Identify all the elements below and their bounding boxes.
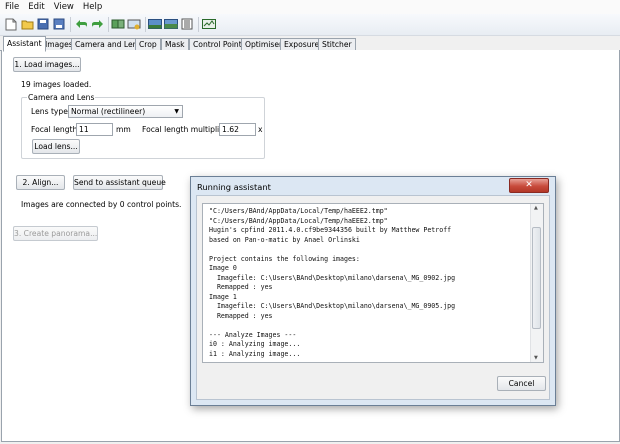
focal-length-label: Focal length: bbox=[31, 125, 80, 134]
dialog-title: Running assistant bbox=[197, 182, 271, 192]
scroll-down-icon[interactable]: ▼ bbox=[534, 355, 538, 361]
tab-crop[interactable]: Crop bbox=[135, 38, 161, 50]
align-button[interactable]: 2. Align... bbox=[16, 175, 65, 190]
scroll-up-icon[interactable]: ▲ bbox=[534, 205, 538, 211]
cancel-button[interactable]: Cancel bbox=[497, 376, 546, 391]
camera-lens-group-title: Camera and Lens bbox=[27, 93, 96, 102]
focal-length-unit: mm bbox=[116, 125, 131, 134]
tab-assistant[interactable]: Assistant bbox=[3, 36, 46, 52]
load-images-button[interactable]: 1. Load images... bbox=[13, 57, 81, 72]
send-to-queue-button[interactable]: Send to assistant queue bbox=[73, 175, 166, 190]
toolbar-separator bbox=[70, 17, 71, 32]
menu-bar: File Edit View Help bbox=[0, 0, 620, 14]
lens-type-value: Normal (rectilineer) bbox=[71, 107, 146, 116]
menu-view[interactable]: View bbox=[49, 0, 78, 12]
save-project-icon[interactable] bbox=[36, 17, 50, 31]
log-scrollbar[interactable]: ▲ ▼ bbox=[530, 204, 543, 362]
close-icon: ✕ bbox=[525, 180, 533, 190]
scrollbar-thumb[interactable] bbox=[532, 227, 541, 329]
tab-bar: Assistant Images Camera and Lens Crop Ma… bbox=[0, 36, 620, 52]
control-points-icon[interactable] bbox=[111, 17, 125, 31]
chevron-down-icon: ▼ bbox=[174, 108, 179, 115]
new-project-icon[interactable] bbox=[4, 17, 18, 31]
tab-mask[interactable]: Mask bbox=[161, 38, 189, 50]
focal-length-field[interactable]: 11 bbox=[76, 123, 113, 136]
menu-edit[interactable]: Edit bbox=[23, 0, 48, 12]
menu-file[interactable]: File bbox=[0, 0, 23, 12]
focal-multiplier-label: Focal length multiplier: bbox=[142, 125, 230, 134]
load-lens-button[interactable]: Load lens... bbox=[32, 139, 80, 154]
toolbar-separator bbox=[145, 17, 146, 32]
layout-icon[interactable] bbox=[180, 17, 194, 31]
tab-exposure[interactable]: Exposure bbox=[280, 38, 324, 50]
toolbar-separator bbox=[198, 17, 199, 32]
lens-type-label: Lens type: bbox=[31, 107, 71, 116]
lens-type-select[interactable]: Normal (rectilineer) ▼ bbox=[68, 105, 183, 118]
tab-stitcher[interactable]: Stitcher bbox=[318, 38, 356, 50]
running-assistant-dialog: Running assistant ✕ "C:/Users/BAnd/AppDa… bbox=[190, 176, 556, 406]
log-text: "C:/Users/BAnd/AppData/Local/Temp/haEEE2… bbox=[209, 207, 456, 358]
toolbar bbox=[0, 14, 620, 36]
create-panorama-button: 3. Create panorama... bbox=[13, 226, 98, 241]
save-as-icon[interactable] bbox=[52, 17, 66, 31]
redo-icon[interactable] bbox=[90, 17, 104, 31]
close-button[interactable]: ✕ bbox=[509, 178, 549, 193]
fast-preview-icon[interactable] bbox=[164, 17, 178, 31]
images-loaded-text: 19 images loaded. bbox=[21, 80, 92, 89]
open-project-icon[interactable] bbox=[20, 17, 34, 31]
control-points-status: Images are connected by 0 control points… bbox=[21, 200, 182, 209]
focal-multiplier-field[interactable]: 1.62 bbox=[219, 123, 256, 136]
menu-help[interactable]: Help bbox=[78, 0, 106, 12]
dialog-body: "C:/Users/BAnd/AppData/Local/Temp/haEEE2… bbox=[196, 195, 550, 400]
undo-icon[interactable] bbox=[74, 17, 88, 31]
toolbar-separator bbox=[108, 17, 109, 32]
panorama-preview-icon[interactable] bbox=[202, 17, 216, 31]
focal-multiplier-unit: x bbox=[258, 125, 263, 134]
optimize-icon[interactable] bbox=[127, 17, 141, 31]
log-output[interactable]: "C:/Users/BAnd/AppData/Local/Temp/haEEE2… bbox=[202, 203, 544, 363]
preview-icon[interactable] bbox=[148, 17, 162, 31]
